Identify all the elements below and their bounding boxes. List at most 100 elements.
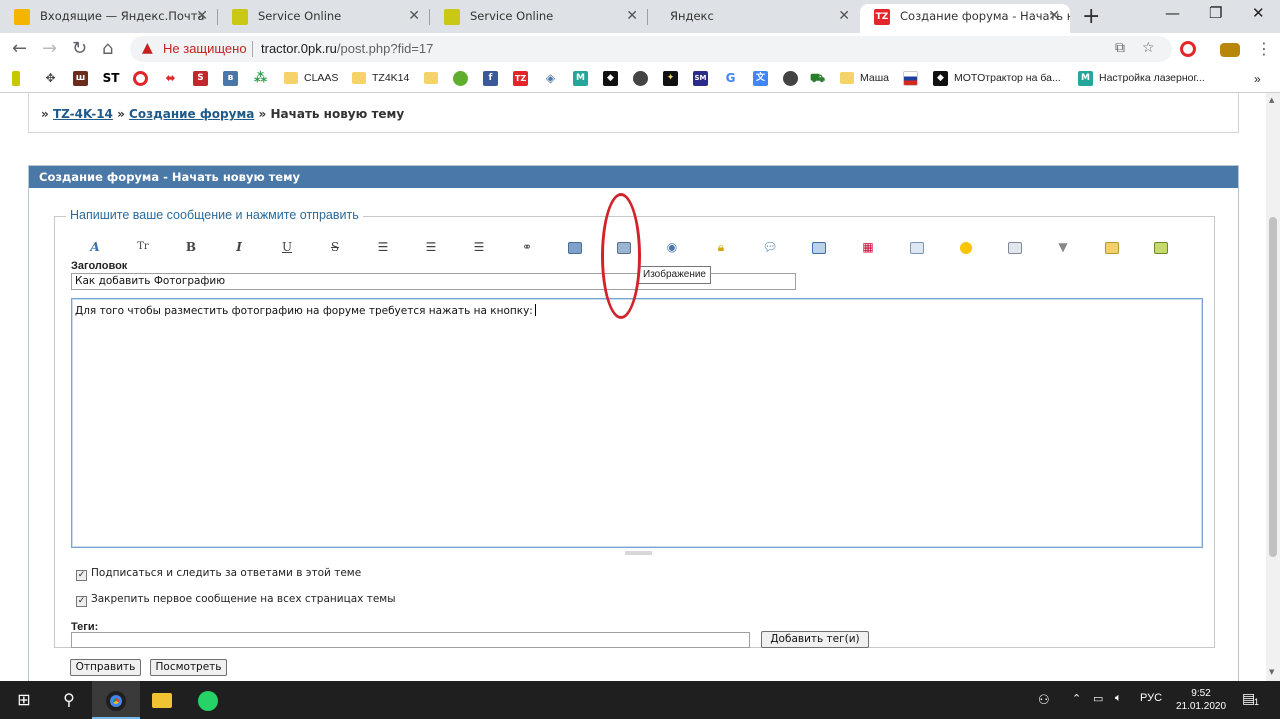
bookmark-claas[interactable]: CLAAS xyxy=(304,72,338,84)
book-icon[interactable] xyxy=(565,238,585,256)
table-icon[interactable] xyxy=(907,238,927,256)
add-tag-button[interactable]: Добавить тег(и) xyxy=(761,631,869,648)
tab-service-online-2[interactable]: Service Online ✕ xyxy=(430,4,648,33)
font-button[interactable]: A xyxy=(85,238,105,256)
bookmark-tz4k14[interactable]: TZ4K14 xyxy=(372,72,409,84)
bookmark-vk-icon[interactable]: в xyxy=(223,71,238,86)
tab-service-online-1[interactable]: Service Online ✕ xyxy=(218,4,430,33)
bookmark-translate-icon[interactable]: 文 xyxy=(753,71,768,86)
preview-button[interactable]: Посмотреть xyxy=(150,659,227,676)
battery-icon[interactable]: ▭ xyxy=(1093,692,1103,705)
close-icon[interactable]: ✕ xyxy=(408,4,420,29)
bookmark-mototractor[interactable]: MOTOтрактор на ба... xyxy=(954,72,1061,84)
bookmark-diamond-icon[interactable]: ◆ xyxy=(603,71,618,86)
bookmark-globe-icon[interactable] xyxy=(633,71,648,86)
back-arrow-icon[interactable]: ← xyxy=(12,38,27,59)
breadcrumb-link-section[interactable]: Создание форума xyxy=(129,107,254,121)
opera-icon[interactable] xyxy=(1180,41,1196,57)
file-explorer-icon[interactable] xyxy=(138,681,186,719)
minimize-icon[interactable]: — xyxy=(1165,4,1180,22)
tags-input[interactable] xyxy=(71,632,750,648)
security-label[interactable]: Не защищено xyxy=(163,41,247,56)
more-bookmarks-icon[interactable]: » xyxy=(1254,72,1261,86)
align-right-icon[interactable]: ☰ xyxy=(469,238,489,256)
bookmark-masha[interactable]: Маша xyxy=(860,72,889,84)
code-icon[interactable] xyxy=(809,238,829,256)
subscribe-checkbox[interactable]: ✓ xyxy=(76,570,87,581)
bookmark-apple-icon[interactable] xyxy=(453,71,468,86)
windows-start-icon[interactable]: ⊞ xyxy=(0,681,48,719)
forward-arrow-icon[interactable]: → xyxy=(42,38,57,59)
scroll-up-icon[interactable]: ▲ xyxy=(1269,96,1274,104)
bookmark-m-icon[interactable]: M xyxy=(573,71,588,86)
maximize-icon[interactable]: ❐ xyxy=(1209,4,1222,22)
color-palette-icon[interactable]: ▦ xyxy=(858,238,878,256)
search-icon[interactable]: ⚲ xyxy=(45,681,93,719)
clock[interactable]: 9:52 21.01.2020 xyxy=(1173,687,1229,713)
quote-bubble-icon[interactable]: 💬︎ xyxy=(760,238,780,256)
language-indicator[interactable]: РУС xyxy=(1140,692,1162,704)
pin-checkbox[interactable]: ✓ xyxy=(76,596,87,607)
lock-icon[interactable]: 🔒︎ xyxy=(711,238,731,256)
bold-button[interactable]: B xyxy=(181,238,201,256)
bookmark-moto-icon[interactable]: ◆ xyxy=(933,71,948,86)
close-icon[interactable]: ✕ xyxy=(1048,4,1060,29)
bookmark-star-dark-icon[interactable]: ✦ xyxy=(663,71,678,86)
tab-yandex[interactable]: Яндекс ✕ xyxy=(648,4,860,33)
bookmark-dots-icon[interactable]: ⁂ xyxy=(253,71,268,86)
italic-button[interactable]: I xyxy=(229,238,249,256)
close-icon[interactable]: ✕ xyxy=(838,4,850,29)
volume-icon[interactable]: 🔈︎ xyxy=(1115,692,1122,705)
bookmark-russia-flag-icon[interactable] xyxy=(903,71,918,86)
video-icon[interactable]: ◉ xyxy=(662,238,682,256)
font-size-button[interactable]: Tr xyxy=(133,238,153,256)
underline-button[interactable]: U xyxy=(277,238,297,256)
bookmark-tz-icon[interactable]: TZ xyxy=(513,71,528,86)
breadcrumb-link-forum[interactable]: TZ-4K-14 xyxy=(53,107,113,121)
whatsapp-icon[interactable] xyxy=(184,681,232,719)
people-icon[interactable]: ⚇ xyxy=(1038,692,1050,708)
bookmark-green-icon[interactable] xyxy=(12,71,20,86)
window-close-icon[interactable]: ✕ xyxy=(1252,4,1265,22)
reload-icon[interactable]: ↻ xyxy=(72,38,87,59)
align-left-icon[interactable]: ☰ xyxy=(373,238,393,256)
bookmark-m2-icon[interactable]: M xyxy=(1078,71,1093,86)
home-icon[interactable]: ⌂ xyxy=(102,38,113,59)
strike-button[interactable]: S xyxy=(325,238,345,256)
bookmark-laser[interactable]: Настройка лазерног... xyxy=(1099,72,1205,84)
address-bar[interactable]: ▲ Не защищено tractor.0pk.ru/post.php?fi… xyxy=(130,36,1172,62)
bookmark-google-icon[interactable]: G xyxy=(723,71,738,86)
align-center-icon[interactable]: ☰ xyxy=(421,238,441,256)
bookmark-facebook-icon[interactable]: f xyxy=(483,71,498,86)
message-textarea[interactable]: Для того чтобы разместить фотографию на … xyxy=(71,298,1203,548)
folder-open-icon[interactable] xyxy=(1102,238,1122,256)
dropdown-arrow-icon[interactable]: ▼ xyxy=(1053,238,1073,256)
bookmark-st-icon[interactable]: ST xyxy=(101,71,121,86)
edit-note-icon[interactable] xyxy=(1151,238,1171,256)
close-icon[interactable]: ✕ xyxy=(626,4,638,29)
textarea-resize-handle[interactable] xyxy=(625,551,652,555)
bookmark-tractor-icon[interactable]: ⛟ xyxy=(810,71,825,86)
bookmark-wb-icon[interactable]: ш xyxy=(73,71,88,86)
bookmark-star-icon[interactable]: ☆ xyxy=(1142,40,1155,56)
tractor-extension-icon[interactable] xyxy=(1220,43,1240,57)
smiley-icon[interactable] xyxy=(956,238,976,256)
bookmark-compass-icon[interactable]: ◈ xyxy=(543,71,558,86)
close-icon[interactable]: ✕ xyxy=(196,4,208,29)
page-scrollbar[interactable]: ▲ ▼ xyxy=(1266,93,1280,681)
menu-dots-icon[interactable]: ⋮ xyxy=(1256,39,1272,58)
url-text[interactable]: tractor.0pk.ru/post.php?fid=17 xyxy=(261,41,433,56)
bookmark-rzd-icon[interactable]: ⬌ xyxy=(163,71,178,86)
submit-button[interactable]: Отправить xyxy=(70,659,141,676)
bookmark-globe-icon[interactable] xyxy=(783,71,798,86)
tray-arrow-icon[interactable]: ⌃ xyxy=(1072,692,1081,705)
bookmark-eagle-icon[interactable]: ✥ xyxy=(43,71,58,86)
bookmark-lifebuoy-icon[interactable] xyxy=(133,71,148,86)
bookmark-sm-icon[interactable]: SM xyxy=(693,71,708,86)
tab-forum-create[interactable]: TZ Создание форума - Начать нову ✕ xyxy=(860,4,1070,33)
new-tab-button[interactable]: + xyxy=(1082,4,1100,29)
scroll-thumb[interactable] xyxy=(1269,217,1277,557)
chrome-taskbar-icon[interactable] xyxy=(92,681,140,719)
bookmark-s-icon[interactable]: S xyxy=(193,71,208,86)
scroll-down-icon[interactable]: ▼ xyxy=(1269,668,1274,676)
